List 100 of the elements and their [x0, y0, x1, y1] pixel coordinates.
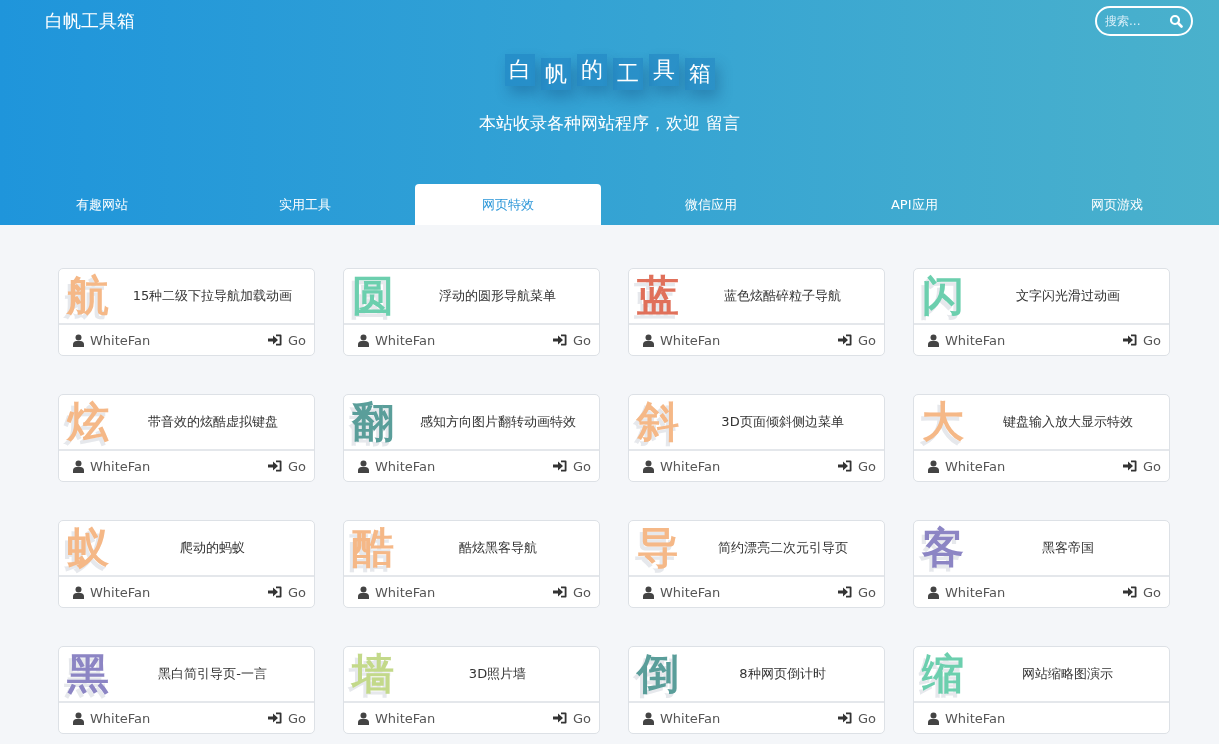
sign-in-icon — [552, 586, 567, 598]
go-link[interactable]: Go — [1122, 458, 1161, 474]
go-link[interactable]: Go — [837, 710, 876, 726]
user-icon — [73, 333, 84, 347]
subtitle: 本站收录各种网站程序，欢迎 留言 — [478, 112, 741, 135]
author-name: WhiteFan — [660, 458, 721, 474]
author-name: WhiteFan — [660, 710, 721, 726]
search-icon[interactable] — [1169, 14, 1183, 28]
user-icon — [73, 711, 84, 725]
card-glyph: 圆 — [352, 275, 395, 317]
go-link[interactable]: Go — [552, 710, 591, 726]
author-name: WhiteFan — [375, 332, 436, 348]
go-link[interactable]: Go — [267, 584, 306, 600]
user-icon — [358, 333, 369, 347]
author-name: WhiteFan — [90, 332, 151, 348]
user-icon — [928, 711, 939, 725]
go-link[interactable]: Go — [1122, 332, 1161, 348]
site-title: 白帆工具箱 — [45, 9, 135, 33]
card-glyph: 翻 — [352, 401, 395, 443]
search-field[interactable]: 搜索... — [1095, 6, 1193, 36]
card-glyph: 大 — [922, 401, 965, 443]
go-link[interactable]: Go — [552, 332, 591, 348]
card-glyph: 导 — [637, 527, 680, 569]
go-link[interactable]: Go — [267, 458, 306, 474]
card-title: 酷炫黑客导航 — [457, 539, 538, 557]
go-link[interactable]: Go — [837, 458, 876, 474]
card-glyph: 蚁 — [67, 527, 110, 569]
card-glyph: 墙 — [352, 653, 395, 695]
sign-in-icon — [552, 460, 567, 472]
title-letter: 白 — [504, 54, 535, 86]
author-name: WhiteFan — [660, 332, 721, 348]
go-link[interactable]: Go — [837, 584, 876, 600]
go-link[interactable]: Go — [1122, 584, 1161, 600]
card-title: 黑客帝国 — [1040, 539, 1095, 557]
author-name: WhiteFan — [945, 332, 1006, 348]
title-letter: 的 — [576, 54, 607, 86]
user-icon — [358, 711, 369, 725]
card-title: 简约漂亮二次元引导页 — [716, 539, 849, 557]
author-name: WhiteFan — [90, 458, 151, 474]
card-title: 3D照片墙 — [467, 665, 528, 683]
sign-in-icon — [837, 586, 852, 598]
user-icon — [358, 585, 369, 599]
go-link[interactable]: Go — [552, 584, 591, 600]
sign-in-icon — [1122, 586, 1137, 598]
card-title: 爬动的蚂蚁 — [179, 539, 246, 557]
sign-in-icon — [267, 586, 282, 598]
sign-in-icon — [267, 334, 282, 346]
sign-in-icon — [552, 334, 567, 346]
card-glyph: 闪 — [922, 275, 965, 317]
go-link[interactable]: Go — [267, 710, 306, 726]
title-letter: 箱 — [684, 58, 715, 90]
author-name: WhiteFan — [90, 710, 151, 726]
card-glyph: 黑 — [67, 653, 110, 695]
go-link[interactable]: Go — [837, 332, 876, 348]
go-link[interactable]: Go — [552, 458, 591, 474]
user-icon — [73, 459, 84, 473]
author-name: WhiteFan — [90, 584, 151, 600]
card-title: 3D页面倾斜侧边菜单 — [720, 413, 845, 431]
card-title: 浮动的圆形导航菜单 — [438, 287, 557, 305]
card-title: 15种二级下拉导航加载动画 — [131, 287, 294, 305]
user-icon — [643, 459, 654, 473]
card-title: 带音效的炫酷虚拟键盘 — [146, 413, 279, 431]
sign-in-icon — [267, 460, 282, 472]
user-icon — [358, 459, 369, 473]
card-title: 文字闪光滑过动画 — [1014, 287, 1121, 305]
title-letter: 工 — [612, 58, 643, 90]
author-name: WhiteFan — [375, 458, 436, 474]
sign-in-icon — [837, 334, 852, 346]
card-title: 黑白简引导页-一言 — [157, 665, 268, 683]
user-icon — [928, 333, 939, 347]
sign-in-icon — [837, 460, 852, 472]
author-name: WhiteFan — [375, 710, 436, 726]
title-letter: 帆 — [540, 58, 571, 90]
author-name: WhiteFan — [945, 584, 1006, 600]
card-title: 感知方向图片翻转动画特效 — [418, 413, 577, 431]
go-link[interactable]: Go — [267, 332, 306, 348]
user-icon — [643, 333, 654, 347]
card-title: 键盘输入放大显示特效 — [1001, 413, 1134, 431]
author-name: WhiteFan — [375, 584, 436, 600]
card-title: 8种网页倒计时 — [738, 665, 827, 683]
card-glyph: 缩 — [922, 653, 965, 695]
sign-in-icon — [267, 712, 282, 724]
sign-in-icon — [837, 712, 852, 724]
user-icon — [928, 459, 939, 473]
user-icon — [928, 585, 939, 599]
card-glyph: 蓝 — [637, 275, 680, 317]
author-name: WhiteFan — [660, 584, 721, 600]
user-icon — [73, 585, 84, 599]
card-glyph: 斜 — [637, 401, 680, 443]
card-glyph: 客 — [922, 527, 965, 569]
card-glyph: 航 — [67, 275, 110, 317]
card-glyph: 炫 — [67, 401, 110, 443]
author-name: WhiteFan — [945, 458, 1006, 474]
card-glyph: 倒 — [637, 653, 680, 695]
card-title: 蓝色炫酷碎粒子导航 — [723, 287, 842, 305]
sign-in-icon — [552, 712, 567, 724]
user-icon — [643, 711, 654, 725]
card-glyph: 酷 — [352, 527, 395, 569]
author-name: WhiteFan — [945, 710, 1006, 726]
sign-in-icon — [1122, 460, 1137, 472]
